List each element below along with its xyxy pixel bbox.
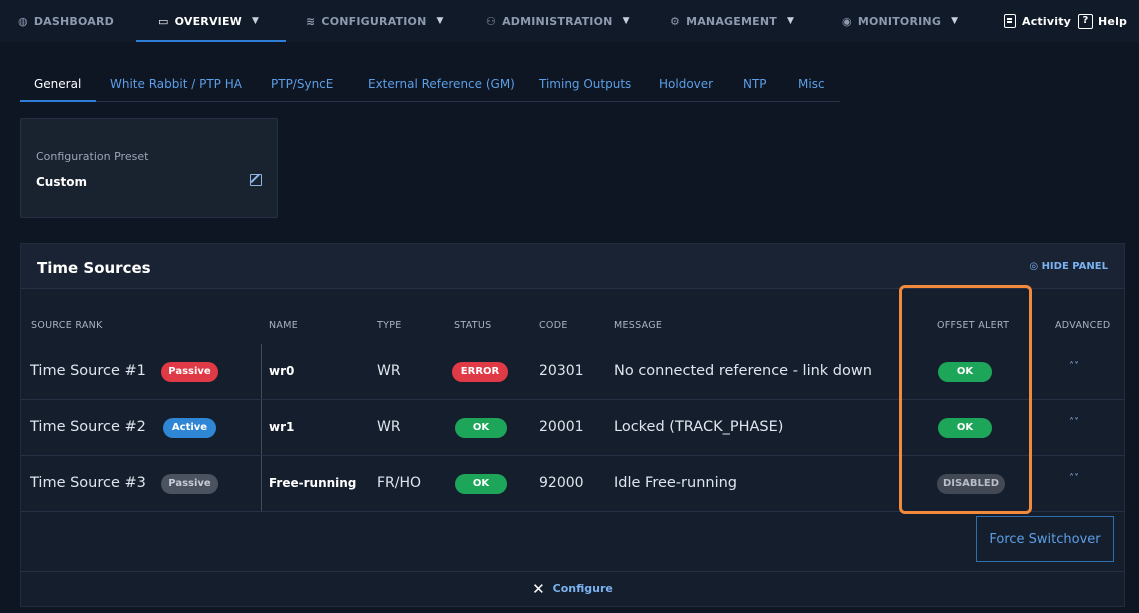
chevron-down-icon: ▼ [951, 16, 959, 26]
nav-configuration[interactable]: ≋ CONFIGURATION ▼ [306, 0, 444, 42]
panel-title: Time Sources [37, 259, 151, 277]
edit-icon[interactable] [250, 174, 262, 186]
status-code: 20301 [539, 363, 584, 379]
nav-overview[interactable]: ▭ OVERVIEW ▼ [158, 0, 259, 42]
nav-label: OVERVIEW [174, 14, 243, 28]
preset-label: Configuration Preset [36, 150, 149, 163]
col-status: STATUS [454, 320, 492, 331]
source-rank: Time Source #2 [30, 419, 146, 435]
offset-alert-badge: OK [938, 418, 992, 438]
dashboard-icon: ◍ [18, 14, 28, 28]
source-type: FR/HO [377, 475, 422, 491]
source-name: Free-running [269, 476, 357, 490]
source-type: WR [377, 419, 401, 435]
tools-icon: ✕ [532, 579, 545, 598]
chevron-down-icon: ▼ [436, 16, 444, 26]
tab-external-reference[interactable]: External Reference (GM) [368, 77, 515, 91]
configure-button[interactable]: ✕ Configure [20, 571, 1125, 605]
tab-misc[interactable]: Misc [798, 77, 825, 91]
offset-alert-badge: DISABLED [937, 474, 1005, 494]
nav-monitoring[interactable]: ◉ MONITORING ▼ [842, 0, 958, 42]
status-badge: OK [455, 418, 507, 438]
offset-alert-badge: OK [938, 362, 992, 382]
state-badge: Active [163, 418, 216, 438]
source-name: wr1 [269, 420, 295, 434]
nav-label: Help [1098, 14, 1128, 28]
tab-holdover[interactable]: Holdover [659, 77, 713, 91]
status-code: 20001 [539, 419, 584, 435]
table-row: Time Source #1 Passive wr0 WR ERROR 2030… [21, 344, 1124, 400]
nav-label: MONITORING [857, 14, 942, 28]
status-badge: ERROR [452, 362, 508, 382]
nav-label: Activity [1022, 14, 1072, 28]
tab-timing-outputs[interactable]: Timing Outputs [539, 77, 631, 91]
network-icon: ⚇ [486, 14, 497, 28]
top-nav: ◍ DASHBOARD ▭ OVERVIEW ▼ ≋ CONFIGURATION… [0, 0, 1139, 42]
state-badge: Passive [161, 474, 218, 494]
nav-label: MANAGEMENT [686, 14, 777, 28]
source-type: WR [377, 363, 401, 379]
gear-icon: ⚙ [670, 14, 681, 28]
source-name: wr0 [269, 364, 295, 378]
help-icon: ? [1078, 13, 1093, 29]
nav-activity[interactable]: Activity [1004, 0, 1071, 42]
nav-dashboard[interactable]: ◍ DASHBOARD [18, 0, 114, 42]
tab-ptp-synce[interactable]: PTP/SyncE [271, 77, 333, 91]
col-offset-alert: OFFSET ALERT [937, 320, 1010, 331]
expand-collapse-icon[interactable]: ˄˅ [1069, 362, 1079, 380]
force-switchover-button[interactable]: Force Switchover [976, 516, 1114, 562]
nav-administration[interactable]: ⚇ ADMINISTRATION ▼ [486, 0, 630, 42]
chevron-down-icon: ▼ [786, 16, 795, 26]
expand-collapse-icon[interactable]: ˄˅ [1069, 418, 1079, 436]
tab-active-underline [20, 100, 96, 102]
nav-active-underline [136, 40, 286, 42]
col-code: CODE [539, 320, 568, 331]
source-rank: Time Source #1 [30, 363, 146, 379]
status-message: Locked (TRACK_PHASE) [614, 419, 784, 435]
document-icon [1004, 14, 1016, 28]
chevron-down-icon: ▼ [252, 16, 260, 26]
nav-label: DASHBOARD [33, 14, 114, 28]
expand-collapse-icon[interactable]: ˄˅ [1069, 474, 1079, 492]
table-row: Time Source #2 Active wr1 WR OK 20001 Lo… [21, 400, 1124, 456]
chevron-down-icon: ▼ [622, 16, 630, 26]
monitor-icon: ▭ [158, 14, 169, 28]
subtab-bar: General White Rabbit / PTP HA PTP/SyncE … [20, 72, 840, 102]
nav-label: ADMINISTRATION [502, 14, 613, 28]
hide-panel-button[interactable]: ◎ HIDE PANEL [1029, 261, 1108, 272]
nav-help[interactable]: ? Help [1078, 0, 1127, 42]
source-rank: Time Source #3 [30, 475, 146, 491]
status-badge: OK [455, 474, 507, 494]
status-code: 92000 [539, 475, 584, 491]
col-source-rank: SOURCE RANK [31, 320, 103, 331]
time-sources-panel: Time Sources ◎ HIDE PANEL SOURCE RANK NA… [20, 243, 1125, 607]
status-message: No connected reference - link down [614, 363, 872, 379]
status-message: Idle Free-running [614, 475, 737, 491]
tab-ntp[interactable]: NTP [743, 77, 767, 91]
col-advanced: ADVANCED [1055, 320, 1111, 331]
tab-white-rabbit-ptp-ha[interactable]: White Rabbit / PTP HA [110, 77, 242, 91]
configuration-preset-card: Configuration Preset Custom [20, 118, 278, 218]
col-type: TYPE [377, 320, 402, 331]
tab-general[interactable]: General [34, 77, 81, 91]
state-badge: Passive [161, 362, 218, 382]
configure-label: Configure [552, 582, 613, 595]
col-message: MESSAGE [614, 320, 663, 331]
table-row: Time Source #3 Passive Free-running FR/H… [21, 456, 1124, 512]
panel-header: Time Sources ◎ HIDE PANEL [21, 244, 1124, 289]
nav-management[interactable]: ⚙ MANAGEMENT ▼ [670, 0, 794, 42]
nav-label: CONFIGURATION [321, 14, 427, 28]
eye-icon: ◉ [842, 14, 852, 28]
col-name: NAME [269, 320, 299, 331]
preset-value: Custom [36, 175, 87, 189]
sliders-icon: ≋ [306, 14, 316, 28]
